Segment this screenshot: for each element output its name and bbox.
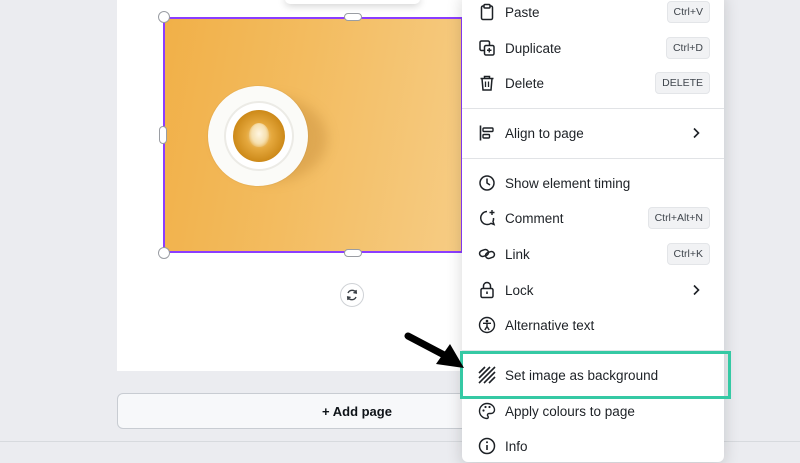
menu-divider	[462, 158, 724, 159]
chevron-right-icon	[693, 284, 700, 296]
trash-icon	[478, 74, 496, 92]
menu-item-label: Paste	[505, 4, 540, 20]
selected-image[interactable]	[163, 17, 463, 253]
menu-item-label: Link	[505, 246, 530, 262]
menu-item-delete[interactable]: Delete DELETE	[462, 66, 724, 100]
resize-handle-top-left[interactable]	[158, 11, 170, 23]
floating-toolbar-edge	[285, 0, 420, 4]
menu-item-label: Lock	[505, 282, 534, 298]
shortcut-badge: Ctrl+V	[666, 1, 710, 23]
menu-item-label: Alternative text	[505, 317, 595, 333]
duplicate-icon	[478, 39, 496, 57]
menu-item-lock[interactable]: Lock	[462, 273, 724, 307]
info-icon	[478, 437, 496, 455]
menu-item-comment[interactable]: Comment Ctrl+Alt+N	[462, 201, 724, 235]
menu-item-label: Align to page	[505, 125, 584, 141]
rotate-icon	[346, 289, 358, 301]
rotate-button[interactable]	[340, 283, 364, 307]
shortcut-badge: DELETE	[655, 72, 710, 94]
menu-item-duplicate[interactable]: Duplicate Ctrl+D	[462, 31, 724, 65]
resize-handle-bottom-left[interactable]	[158, 247, 170, 259]
resize-handle-bottom[interactable]	[344, 249, 362, 257]
menu-divider	[462, 108, 724, 109]
link-icon	[478, 245, 496, 263]
shortcut-badge: Ctrl+K	[666, 243, 710, 265]
highlight-annotation-box	[460, 351, 731, 399]
menu-item-label: Apply colours to page	[505, 403, 635, 419]
lock-icon	[478, 281, 496, 299]
menu-item-label: Info	[505, 438, 528, 454]
resize-handle-left[interactable]	[159, 126, 167, 144]
menu-item-link[interactable]: Link Ctrl+K	[462, 237, 724, 271]
resize-handle-top[interactable]	[344, 13, 362, 21]
palette-icon	[478, 402, 496, 420]
menu-item-show-element-timing[interactable]: Show element timing	[462, 166, 724, 200]
comment-add-icon	[478, 209, 496, 227]
menu-item-label: Comment	[505, 210, 564, 226]
chevron-right-icon	[693, 127, 700, 139]
cup-handle	[293, 129, 305, 141]
latte-art	[249, 123, 269, 147]
pointer-arrow-annotation	[404, 332, 464, 368]
menu-item-paste[interactable]: Paste Ctrl+V	[462, 0, 724, 29]
align-left-icon	[478, 124, 496, 142]
shortcut-badge: Ctrl+Alt+N	[647, 207, 710, 229]
menu-item-label: Delete	[505, 75, 545, 91]
menu-item-label: Show element timing	[505, 175, 631, 191]
menu-item-apply-colours-to-page[interactable]: Apply colours to page	[462, 394, 724, 428]
accessibility-icon	[478, 316, 496, 334]
menu-item-info[interactable]: Info	[462, 429, 724, 463]
menu-item-label: Duplicate	[505, 40, 562, 56]
clipboard-icon	[478, 3, 496, 21]
menu-item-alternative-text[interactable]: Alternative text	[462, 308, 724, 342]
clock-icon	[478, 174, 496, 192]
menu-item-align-to-page[interactable]: Align to page	[462, 116, 724, 150]
shortcut-badge: Ctrl+D	[665, 37, 710, 59]
